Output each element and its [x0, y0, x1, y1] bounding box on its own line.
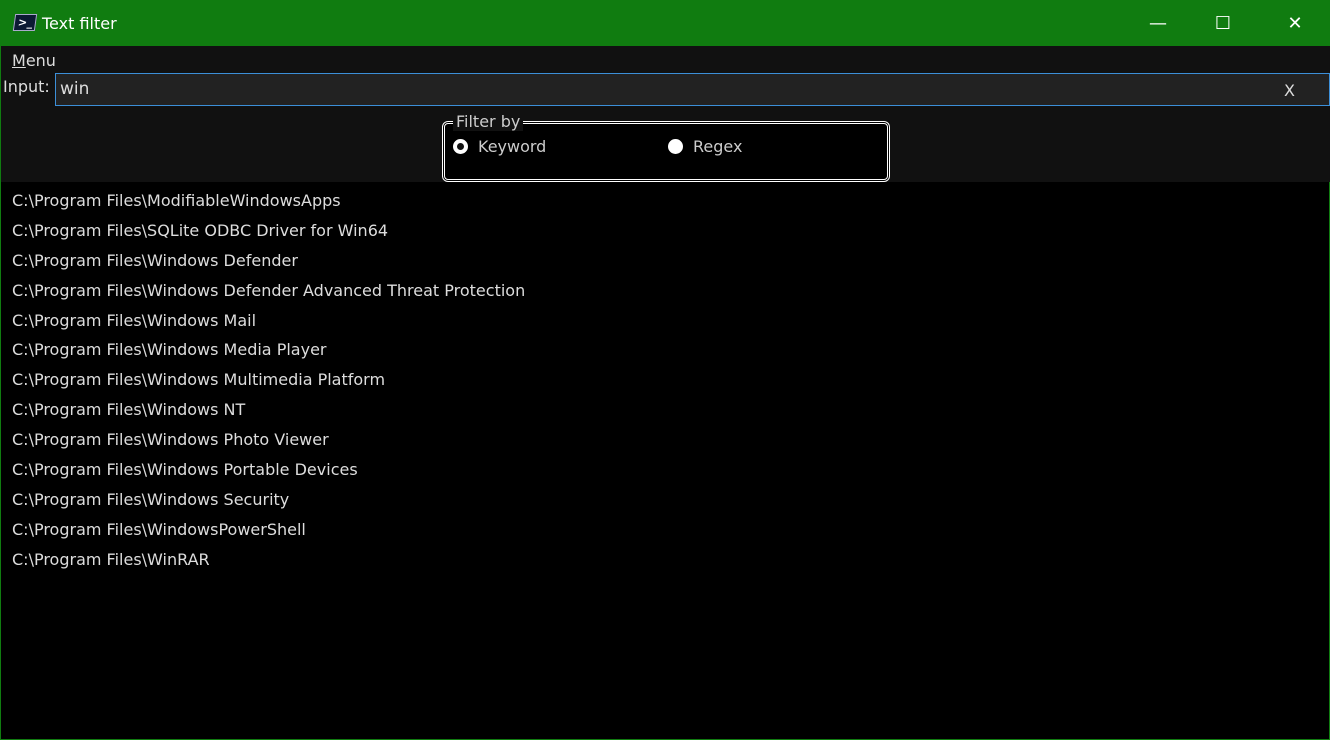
title-bar: >_ Text filter — ☐ ✕ [1, 1, 1330, 46]
menu-button[interactable]: Menu [12, 51, 56, 70]
radio-regex[interactable]: Regex [668, 137, 742, 156]
window-title: Text filter [42, 14, 117, 33]
filter-by-legend: Filter by [453, 112, 524, 131]
maximize-button[interactable]: ☐ [1191, 1, 1255, 46]
list-item[interactable]: C:\Program Files\Windows Portable Device… [12, 460, 525, 490]
filter-input[interactable] [60, 79, 1240, 99]
filter-by-group: Filter by Keyword Regex [442, 112, 890, 182]
list-item[interactable]: C:\Program Files\Windows Security [12, 490, 525, 520]
input-label: Input: [3, 77, 50, 96]
toolbar: Menu Input: X Filter by Keyword Regex [1, 46, 1330, 182]
menu-label: enu [25, 51, 56, 70]
list-item[interactable]: C:\Program Files\WinRAR [12, 550, 525, 580]
results-list: C:\Program Files\ModifiableWindowsApps C:… [12, 191, 525, 580]
menu-accesskey: M [12, 51, 26, 70]
clear-button[interactable]: X [1284, 81, 1295, 100]
radio-selected-icon [453, 139, 468, 154]
powershell-icon: >_ [12, 14, 38, 31]
list-item[interactable]: C:\Program Files\Windows Photo Viewer [12, 430, 525, 460]
radio-keyword-label: Keyword [478, 137, 547, 156]
list-item[interactable]: C:\Program Files\ModifiableWindowsApps [12, 191, 525, 221]
radio-unselected-icon [668, 139, 683, 154]
minimize-button[interactable]: — [1126, 1, 1190, 46]
close-button[interactable]: ✕ [1263, 1, 1327, 46]
list-item[interactable]: C:\Program Files\WindowsPowerShell [12, 520, 525, 550]
list-item[interactable]: C:\Program Files\SQLite ODBC Driver for … [12, 221, 525, 251]
list-item[interactable]: C:\Program Files\Windows Defender Advanc… [12, 281, 525, 311]
list-item[interactable]: C:\Program Files\Windows NT [12, 400, 525, 430]
radio-keyword[interactable]: Keyword [453, 137, 546, 156]
list-item[interactable]: C:\Program Files\Windows Media Player [12, 340, 525, 370]
filter-input-box[interactable]: X [55, 73, 1330, 106]
list-item[interactable]: C:\Program Files\Windows Mail [12, 311, 525, 341]
list-item[interactable]: C:\Program Files\Windows Defender [12, 251, 525, 281]
radio-regex-label: Regex [693, 137, 743, 156]
list-item[interactable]: C:\Program Files\Windows Multimedia Plat… [12, 370, 525, 400]
